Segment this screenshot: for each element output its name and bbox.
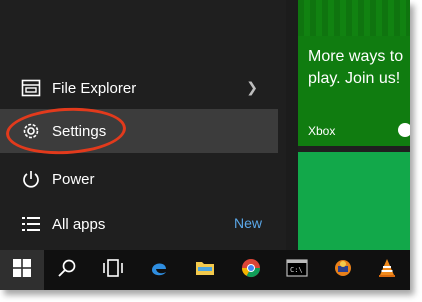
start-button[interactable]	[0, 250, 44, 290]
chrome-icon	[241, 258, 261, 283]
menu-item-label: File Explorer	[52, 79, 137, 97]
tile-image	[298, 0, 410, 36]
taskbar: C:\	[0, 250, 410, 290]
search-button[interactable]	[46, 250, 88, 290]
chevron-right-icon: ❯	[246, 79, 258, 95]
green-tile[interactable]	[298, 152, 410, 250]
task-view-icon	[102, 258, 124, 283]
xbox-tile[interactable]: More ways to play. Join us! Xbox	[298, 0, 410, 146]
file-explorer-taskbar-button[interactable]	[184, 250, 226, 290]
command-prompt-button[interactable]: C:\	[276, 250, 318, 290]
menu-item-power[interactable]: Power	[0, 157, 278, 201]
app-taskbar-button[interactable]	[322, 250, 364, 290]
menu-item-all-apps[interactable]: All apps New	[0, 202, 278, 246]
vlc-icon	[377, 258, 397, 283]
new-badge: New	[233, 215, 262, 231]
command-prompt-icon: C:\	[286, 258, 308, 282]
menu-item-label: Power	[52, 170, 95, 188]
xbox-tile-text: More ways to play. Join us!	[308, 48, 404, 87]
edge-icon	[149, 258, 169, 283]
task-view-button[interactable]	[92, 250, 134, 290]
list-icon	[20, 213, 42, 235]
tiles-pane: More ways to play. Join us! Xbox	[298, 0, 410, 250]
file-explorer-icon	[20, 77, 42, 99]
chrome-button[interactable]	[230, 250, 272, 290]
app-icon	[333, 258, 353, 283]
windows-start-icon	[13, 258, 31, 282]
xbox-logo-icon	[398, 123, 410, 137]
search-icon	[57, 258, 77, 283]
edge-button[interactable]	[138, 250, 180, 290]
vlc-button[interactable]	[366, 250, 408, 290]
power-icon	[20, 168, 42, 190]
svg-text:C:\: C:\	[290, 266, 303, 274]
menu-item-label: All apps	[52, 215, 106, 233]
xbox-tile-label: Xbox	[308, 124, 336, 138]
menu-item-file-explorer[interactable]: File Explorer ❯	[0, 66, 278, 110]
file-explorer-icon	[195, 259, 215, 282]
